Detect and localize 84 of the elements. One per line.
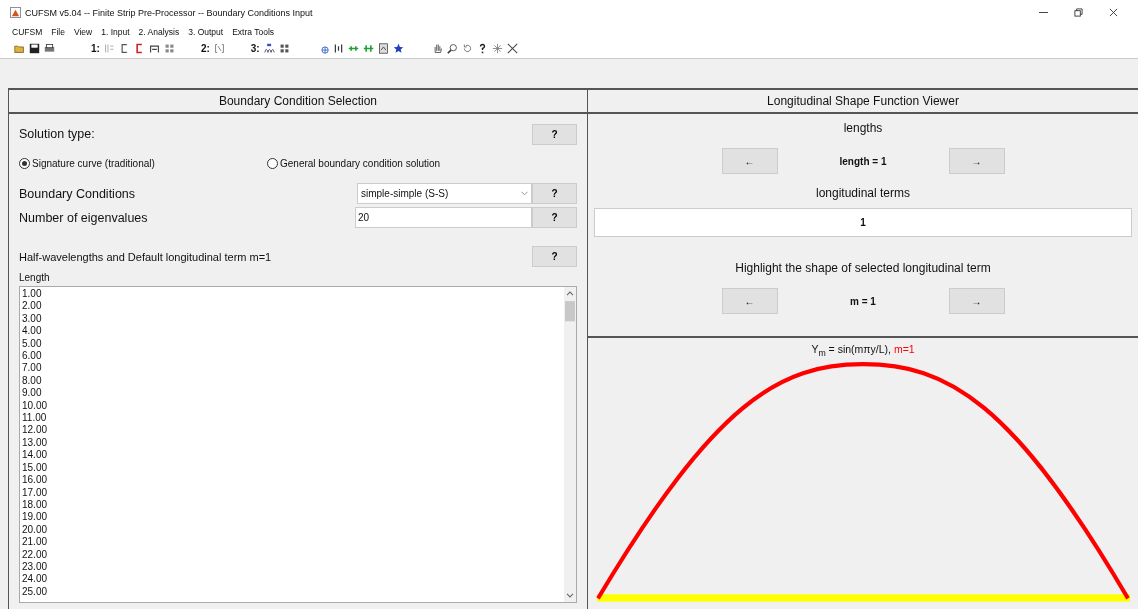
menu-item[interactable]: File	[51, 26, 65, 37]
previous-button[interactable]: ←	[721, 148, 778, 174]
panel-header: Boundary Condition Selection	[9, 90, 587, 114]
eigenvalues-field[interactable]: 20	[355, 207, 532, 228]
section-label: 3:	[250, 42, 260, 54]
menu-item[interactable]: CUFSM	[12, 26, 43, 37]
star-icon[interactable]	[392, 42, 404, 54]
close-icon[interactable]	[1109, 8, 1118, 17]
section-label: 1:	[91, 42, 100, 54]
help-button[interactable]: ?	[532, 123, 577, 145]
help-button[interactable]: ?	[532, 183, 577, 204]
length-item[interactable]: 8.00	[22, 374, 42, 388]
panel-header: Longitudinal Shape Function Viewer	[588, 90, 1138, 114]
length-item[interactable]: 9.00	[22, 387, 42, 400]
boundary-conditions-dropdown[interactable]: simple-simple (S-S)	[357, 183, 532, 204]
length-item[interactable]: 18.00	[22, 498, 48, 512]
boundary-conditions-label: Boundary Conditions	[19, 186, 137, 201]
length-item[interactable]: 13.00	[22, 436, 48, 450]
scrollbar[interactable]	[564, 287, 576, 602]
window-title: CUFSM v5.04 -- Finite Strip Pre-Processor -- Boundary Conditions Input	[25, 7, 313, 18]
length-value: length = 1	[838, 155, 888, 167]
print-icon[interactable]	[44, 42, 55, 54]
length-item[interactable]: 17.00	[22, 486, 48, 499]
terms-label: longitudinal terms	[815, 186, 911, 201]
folder-icon[interactable]	[14, 42, 25, 54]
length-item[interactable]: 6.00	[22, 350, 42, 363]
section-icon[interactable]	[118, 42, 130, 54]
length-label: Length	[19, 272, 50, 284]
length-item[interactable]: 15.00	[22, 461, 48, 475]
save-icon[interactable]	[29, 42, 40, 54]
menu-item[interactable]: 2. Analysis	[138, 26, 180, 37]
previous-button[interactable]: ←	[721, 288, 778, 314]
length-item[interactable]: 16.00	[22, 474, 48, 487]
close-icon[interactable]	[506, 42, 518, 54]
menu-item[interactable]: View	[73, 26, 93, 37]
length-item[interactable]: 25.00	[22, 585, 48, 599]
wave-icon[interactable]	[263, 42, 275, 54]
length-item[interactable]: 19.00	[22, 511, 48, 524]
radio-option[interactable]: General boundary condition solution	[267, 157, 441, 169]
menu-item[interactable]: 3. Output	[188, 26, 224, 37]
length-item[interactable]: 14.00	[22, 449, 48, 462]
length-item[interactable]: 23.00	[22, 560, 48, 574]
help-button[interactable]: ?	[532, 207, 577, 228]
chart-icon[interactable]	[377, 42, 389, 54]
length-item[interactable]: 4.00	[22, 325, 42, 338]
length-item[interactable]: 1.00	[22, 288, 42, 301]
highlight-label: Highlight the shape of selected longitudinal term	[735, 261, 991, 276]
length-item[interactable]: 12.00	[22, 424, 48, 437]
length-item[interactable]: 11.00	[22, 412, 47, 425]
lengths-label: lengths	[843, 121, 883, 136]
bar-icon[interactable]	[332, 42, 344, 54]
frame-icon[interactable]	[148, 42, 160, 54]
length-item[interactable]: 2.00	[22, 300, 42, 313]
length-item[interactable]: 24.00	[22, 573, 48, 586]
hand-icon[interactable]	[431, 42, 443, 54]
length-item[interactable]: 21.00	[22, 536, 48, 549]
length-item[interactable]: 5.00	[22, 337, 42, 351]
zoom-icon[interactable]	[446, 42, 458, 54]
length-item[interactable]: 3.00	[22, 312, 42, 326]
length-list[interactable]: 1.00 2.00 3.00 4.00 5.00 6.00 7.00 8.00 9.00 10.00 11.00 12.00 13.00 14.00 15.00 16.00 17.00 18.00 19.00 20.00 21.00 22.00 23.00 24.00 25.00	[19, 286, 577, 603]
section-label: 2:	[200, 42, 210, 54]
length-item[interactable]: 20.00	[22, 523, 48, 537]
dots-icon[interactable]	[278, 42, 290, 54]
half-wavelengths-label: Half-wavelengths and Default longitudinal term m=1	[19, 250, 273, 263]
formula-label: Y$_{m}$ = sin(mπy/L), m=1	[811, 343, 915, 358]
menu-item[interactable]: 1. Input	[101, 26, 130, 37]
help-button[interactable]: ?	[532, 246, 577, 267]
next-button[interactable]: →	[948, 288, 1005, 314]
eigenvalues-label: Number of eigenvalues	[19, 210, 149, 225]
app-icon	[10, 7, 21, 18]
member-icon[interactable]	[362, 42, 374, 54]
restore-icon[interactable]	[1074, 8, 1083, 17]
section-icon[interactable]	[133, 42, 145, 54]
length-item[interactable]: 22.00	[22, 548, 48, 561]
next-button[interactable]: →	[948, 148, 1005, 174]
bracket-icon[interactable]	[213, 42, 225, 54]
dots-icon[interactable]	[163, 42, 175, 54]
menu-item[interactable]: Extra Tools	[232, 26, 275, 37]
term-value: m = 1	[849, 295, 877, 307]
terms-field[interactable]: 1	[594, 208, 1132, 237]
length-item[interactable]: 10.00	[22, 399, 48, 413]
solution-type-label: Solution type:	[19, 127, 96, 141]
length-item[interactable]: 7.00	[22, 362, 42, 375]
radio-option[interactable]: Signature curve (traditional)	[19, 157, 267, 169]
